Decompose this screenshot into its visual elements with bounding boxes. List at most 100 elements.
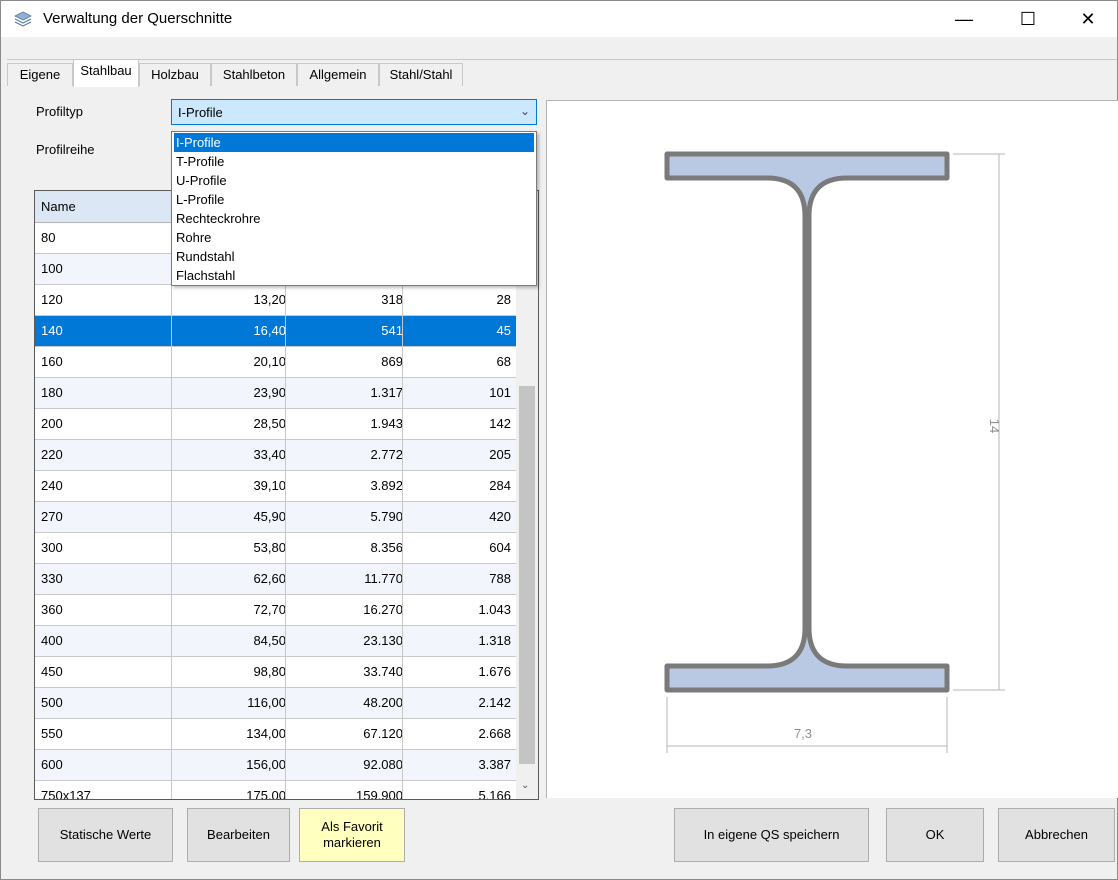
window-title: Verwaltung der Querschnitte (43, 10, 233, 27)
tab-stahl-stahl[interactable]: Stahl/Stahl (379, 63, 463, 87)
table-cell: 39,10 (253, 478, 286, 493)
table-row[interactable]: 160 20,10 869 68 (35, 347, 516, 378)
table-cell: 420 (489, 509, 511, 524)
table-cell: 3.892 (370, 478, 403, 493)
table-row[interactable]: 300 53,80 8.356 604 (35, 533, 516, 564)
table-row[interactable]: 750x137 175,00 159.900 5.166 (35, 781, 516, 800)
table-cell: 142 (489, 416, 511, 431)
close-button[interactable]: ✕ (1065, 1, 1111, 37)
dropdown-option[interactable]: U-Profile (174, 171, 534, 190)
table-row[interactable]: 140 16,40 541 45 (35, 316, 516, 347)
cancel-button[interactable]: Abbrechen (998, 808, 1115, 862)
table-cell: 180 (41, 385, 63, 400)
column-header-name[interactable]: Name (41, 199, 76, 214)
table-cell: 1.317 (370, 385, 403, 400)
table-cell: 156,00 (246, 757, 286, 772)
favorit-button[interactable]: Als Favorit markieren (299, 808, 405, 862)
table-cell: 2.772 (370, 447, 403, 462)
table-row[interactable]: 200 28,50 1.943 142 (35, 409, 516, 440)
table-cell: 16.270 (363, 602, 403, 617)
save-to-own-qs-button[interactable]: In eigene QS speichern (674, 808, 869, 862)
table-cell: 2.668 (478, 726, 511, 741)
table-cell: 28,50 (253, 416, 286, 431)
tab-stahlbeton[interactable]: Stahlbeton (211, 63, 297, 87)
table-cell: 101 (489, 385, 511, 400)
table-cell: 98,80 (253, 664, 286, 679)
table-cell: 1.943 (370, 416, 403, 431)
table-cell: 13,20 (253, 292, 286, 307)
table-row[interactable]: 600 156,00 92.080 3.387 (35, 750, 516, 781)
profiltyp-label: Profiltyp (36, 104, 83, 119)
dropdown-option[interactable]: Rechteckrohre (174, 209, 534, 228)
dropdown-option[interactable]: Flachstahl (174, 266, 534, 285)
table-cell: 5.790 (370, 509, 403, 524)
table-row[interactable]: 330 62,60 11.770 788 (35, 564, 516, 595)
table-cell: 600 (41, 757, 63, 772)
table-cell: 330 (41, 571, 63, 586)
table-cell: 750x137 (41, 788, 91, 800)
ok-button[interactable]: OK (886, 808, 984, 862)
table-cell: 1.676 (478, 664, 511, 679)
table-cell: 360 (41, 602, 63, 617)
table-row[interactable]: 180 23,90 1.317 101 (35, 378, 516, 409)
scroll-down-icon[interactable]: ⌄ (521, 780, 529, 791)
dropdown-option[interactable]: Rundstahl (174, 247, 534, 266)
table-cell: 23,90 (253, 385, 286, 400)
table-cell: 550 (41, 726, 63, 741)
tab-allgemein[interactable]: Allgemein (297, 63, 379, 87)
bearbeiten-button[interactable]: Bearbeiten (187, 808, 290, 862)
profilreihe-label: Profilreihe (36, 142, 95, 157)
chevron-down-icon[interactable]: ⌄ (520, 104, 530, 118)
table-cell: 270 (41, 509, 63, 524)
table-row[interactable]: 500 116,00 48.200 2.142 (35, 688, 516, 719)
table-cell: 175,00 (246, 788, 286, 800)
tab-holzbau[interactable]: Holzbau (139, 63, 211, 87)
table-cell: 20,10 (253, 354, 286, 369)
table-row[interactable]: 220 33,40 2.772 205 (35, 440, 516, 471)
table-row[interactable]: 240 39,10 3.892 284 (35, 471, 516, 502)
width-label: 7,3 (794, 726, 812, 741)
table-cell: 160 (41, 354, 63, 369)
table-cell: 159.900 (356, 788, 403, 800)
tab-eigene-qs[interactable]: Eigene QS (7, 63, 73, 104)
table-row[interactable]: 450 98,80 33.740 1.676 (35, 657, 516, 688)
table-cell: 200 (41, 416, 63, 431)
table-cell: 5.166 (478, 788, 511, 800)
table-cell: 3.387 (478, 757, 511, 772)
table-row[interactable]: 120 13,20 318 28 (35, 285, 516, 316)
table-cell: 300 (41, 540, 63, 555)
profiltyp-selected-value: I-Profile (178, 105, 223, 120)
table-cell: 33.740 (363, 664, 403, 679)
tab-stahlbau[interactable]: Stahlbau (73, 59, 139, 87)
table-cell: 53,80 (253, 540, 286, 555)
table-cell: 33,40 (253, 447, 286, 462)
table-cell: 16,40 (253, 323, 286, 338)
table-cell: 84,50 (253, 633, 286, 648)
dropdown-option[interactable]: T-Profile (174, 152, 534, 171)
table-cell: 604 (489, 540, 511, 555)
table-cell: 240 (41, 478, 63, 493)
table-cell: 80 (41, 230, 56, 245)
table-cell: 11.770 (364, 571, 403, 586)
table-cell: 500 (41, 695, 63, 710)
dropdown-option[interactable]: Rohre (174, 228, 534, 247)
minimize-button[interactable]: — (941, 1, 987, 37)
table-cell: 220 (41, 447, 63, 462)
maximize-button[interactable]: ☐ (1005, 1, 1051, 37)
profiltyp-dropdown-list: I-Profile T-Profile U-Profile L-Profile Rech… (171, 131, 537, 286)
table-row[interactable]: 550 134,00 67.120 2.668 (35, 719, 516, 750)
table-cell: 869 (381, 354, 403, 369)
table-cell: 100 (41, 261, 63, 276)
scrollbar-thumb[interactable] (519, 386, 535, 764)
table-row[interactable]: 360 72,70 16.270 1.043 (35, 595, 516, 626)
table-row[interactable]: 400 84,50 23.130 1.318 (35, 626, 516, 657)
statische-werte-button[interactable]: Statische Werte (38, 808, 173, 862)
table-cell: 205 (489, 447, 511, 462)
dropdown-option[interactable]: I-Profile (174, 133, 534, 152)
profiltyp-select[interactable]: I-Profile ⌄ (171, 99, 537, 125)
table-row[interactable]: 270 45,90 5.790 420 (35, 502, 516, 533)
table-cell: 318 (381, 292, 403, 307)
table-cell: 120 (41, 292, 63, 307)
table-cell: 284 (489, 478, 511, 493)
dropdown-option[interactable]: L-Profile (174, 190, 534, 209)
